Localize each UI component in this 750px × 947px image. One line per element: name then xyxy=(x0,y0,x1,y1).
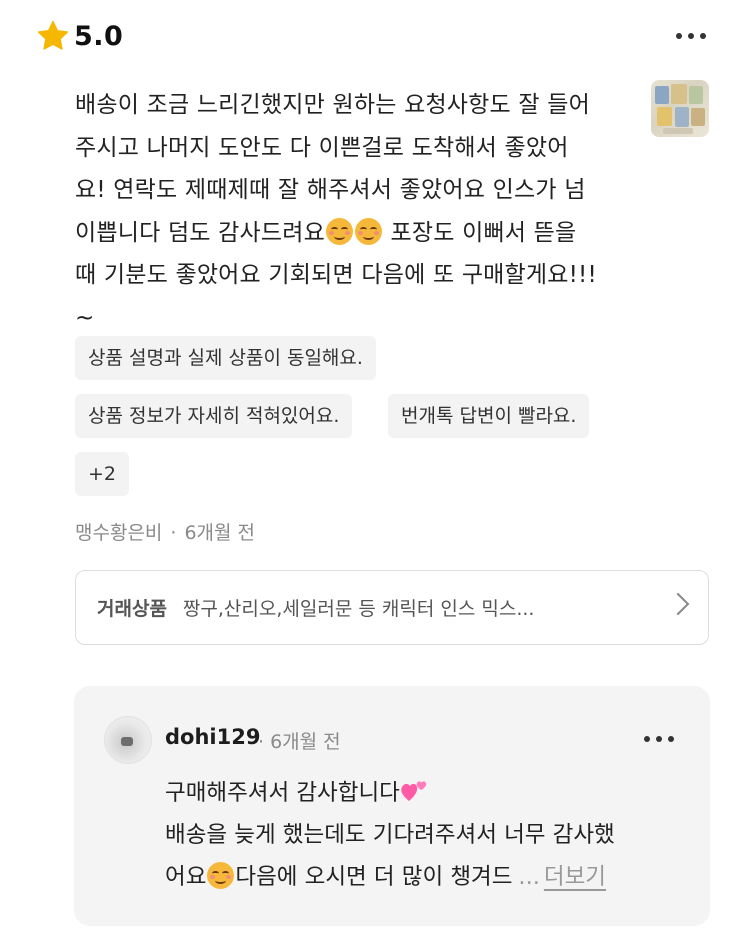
review-line: ~ xyxy=(75,304,95,331)
chevron-right-icon xyxy=(666,592,690,616)
reply-line: 다음에 오시면 더 많이 챙겨드 xyxy=(235,864,513,890)
avatar[interactable] xyxy=(104,716,152,764)
review-text: 배송이 조금 느리긴했지만 원하는 요청사항도 잘 들어 주시고 나머지 도안도… xyxy=(75,84,645,339)
product-label: 거래상품 xyxy=(97,598,167,620)
review-line: 배송이 조금 느리긴했지만 원하는 요청사항도 잘 들어 xyxy=(75,92,590,118)
reply-text: 구매해주셔서 감사합니다 배송을 늦게 했는데도 기다려주셔서 너무 감사했 어… xyxy=(165,772,675,898)
smiling-face-icon xyxy=(207,862,235,889)
product-name: 짱구,산리오,세일러문 등 캐릭터 인스 믹스... xyxy=(182,598,535,620)
more-icon[interactable] xyxy=(644,736,674,742)
smiling-face-icon xyxy=(325,217,353,245)
see-more-link[interactable]: 더보기 xyxy=(544,864,606,890)
reply-time-value: 6개월 전 xyxy=(270,731,341,753)
rating-value: 5.0 xyxy=(74,20,124,52)
purchased-product-card[interactable]: 거래상품 짱구,산리오,세일러문 등 캐릭터 인스 믹스... xyxy=(75,570,709,645)
smiling-face-icon xyxy=(354,217,382,245)
reply-line: 배송을 늦게 했는데도 기다려주셔서 너무 감사했 xyxy=(165,822,615,848)
review-line: 주시고 나머지 도안도 다 이쁜걸로 도착해서 좋았어 xyxy=(75,134,569,161)
review-line: 때 기분도 좋았어요 기회되면 다음에 또 구매할게요!!! xyxy=(75,262,597,288)
review-time: 6개월 전 xyxy=(184,522,256,544)
reply-username[interactable]: dohi129 xyxy=(165,725,260,749)
review-meta: 맹수황은비 · 6개월 전 xyxy=(75,518,255,545)
review-photo-thumbnail[interactable] xyxy=(651,80,709,137)
review-tag: 상품 정보가 자세히 적혀있어요. xyxy=(75,394,353,438)
review-author[interactable]: 맹수황은비 xyxy=(75,522,162,544)
review-line: 포장도 이뻐서 뜯을 xyxy=(390,219,577,246)
reply-time: · 6개월 전 xyxy=(258,731,341,753)
rating: 5.0 xyxy=(36,18,123,54)
more-icon[interactable] xyxy=(676,33,706,39)
separator-dot: · xyxy=(170,522,177,544)
reply-line: 어요 xyxy=(165,864,207,890)
reply-line: 구매해주셔서 감사합니다 xyxy=(165,780,400,806)
ellipsis: ... xyxy=(518,864,540,890)
review-line: 요! 연락도 제때제때 잘 해주셔서 좋았어요 인스가 넘 xyxy=(75,177,586,203)
star-icon xyxy=(37,20,69,50)
more-tags-button[interactable]: +2 xyxy=(75,452,130,496)
review-tag: 번개톡 답변이 빨라요. xyxy=(388,394,590,438)
two-hearts-icon xyxy=(401,781,427,801)
review-tag: 상품 설명과 실제 상품이 동일해요. xyxy=(75,336,376,380)
review-line: 이쁩니다 덤도 감사드려요 xyxy=(75,219,325,246)
